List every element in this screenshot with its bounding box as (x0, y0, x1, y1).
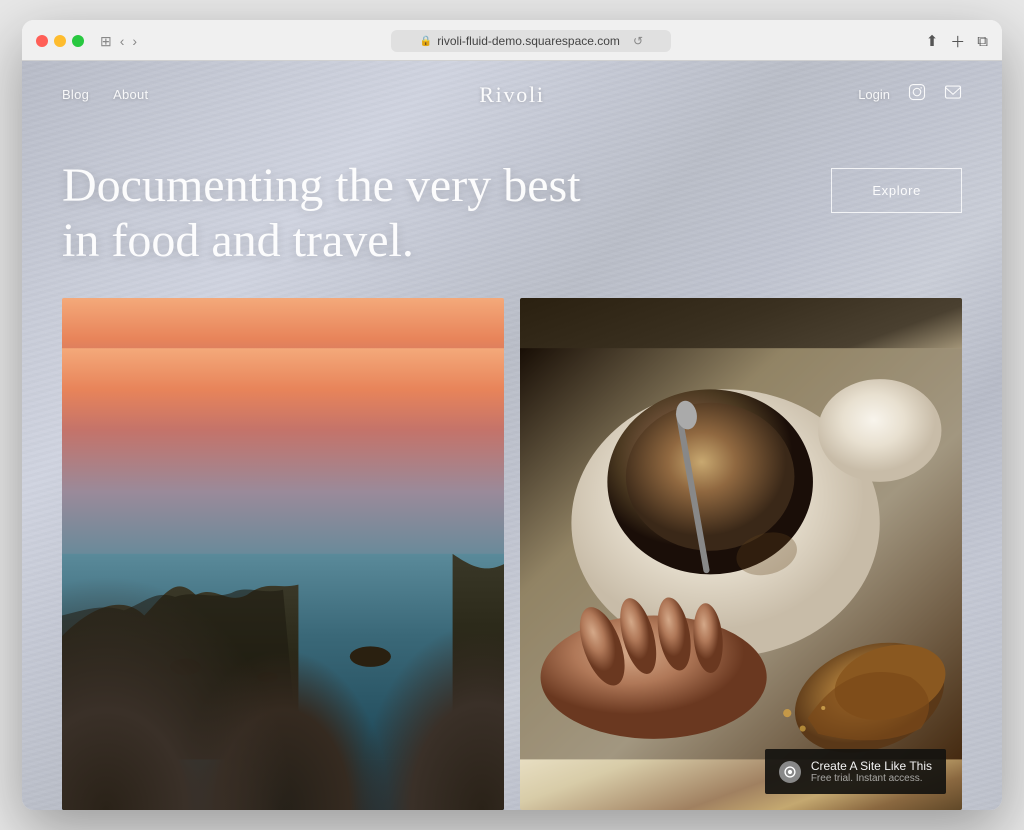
nav-about-link[interactable]: About (113, 87, 148, 102)
nav-left: Blog About (62, 87, 148, 102)
hero-headline: Documenting the very best in food and tr… (62, 158, 582, 268)
forward-button[interactable]: › (132, 33, 137, 49)
minimize-button[interactable] (54, 35, 66, 47)
new-tab-icon[interactable]: ＋ (950, 31, 965, 52)
site-nav: Blog About Rivoli Login (22, 61, 1002, 128)
traffic-lights (36, 35, 84, 47)
squarespace-subtitle: Free trial. Instant access. (811, 773, 932, 784)
browser-chrome: ⊞ ‹ › 🔒 rivoli-fluid-demo.squarespace.co… (22, 20, 1002, 61)
browser-window: ⊞ ‹ › 🔒 rivoli-fluid-demo.squarespace.co… (22, 20, 1002, 810)
share-icon[interactable]: ⬆ (926, 32, 939, 50)
tabs-icon[interactable]: ⧉ (977, 33, 988, 50)
nav-right: Login (858, 83, 962, 106)
close-button[interactable] (36, 35, 48, 47)
images-grid: Create A Site Like This Free trial. Inst… (22, 298, 1002, 810)
email-icon[interactable] (944, 84, 962, 105)
explore-button[interactable]: Explore (831, 168, 962, 213)
address-bar[interactable]: 🔒 rivoli-fluid-demo.squarespace.com ↺ (147, 30, 916, 52)
hero-section: Documenting the very best in food and tr… (22, 128, 1002, 298)
browser-controls: ⊞ ‹ › (100, 33, 137, 50)
coastal-image[interactable] (62, 298, 504, 810)
squarespace-text: Create A Site Like This Free trial. Inst… (811, 759, 932, 784)
site-content: Blog About Rivoli Login (22, 61, 1002, 810)
sidebar-toggle[interactable]: ⊞ (100, 33, 112, 50)
nav-blog-link[interactable]: Blog (62, 87, 89, 102)
back-button[interactable]: ‹ (120, 33, 125, 49)
nav-login-link[interactable]: Login (858, 87, 890, 102)
squarespace-title: Create A Site Like This (811, 759, 932, 773)
lock-icon: 🔒 (420, 36, 432, 47)
nav-brand[interactable]: Rivoli (479, 82, 545, 108)
squarespace-banner[interactable]: Create A Site Like This Free trial. Inst… (765, 749, 946, 794)
browser-actions: ⬆ ＋ ⧉ (926, 31, 988, 52)
instagram-icon[interactable] (908, 83, 926, 106)
reload-button[interactable]: ↺ (633, 34, 643, 48)
coffee-image[interactable]: Create A Site Like This Free trial. Inst… (520, 298, 962, 810)
maximize-button[interactable] (72, 35, 84, 47)
url-text: rivoli-fluid-demo.squarespace.com (437, 34, 620, 48)
squarespace-logo (779, 761, 801, 783)
